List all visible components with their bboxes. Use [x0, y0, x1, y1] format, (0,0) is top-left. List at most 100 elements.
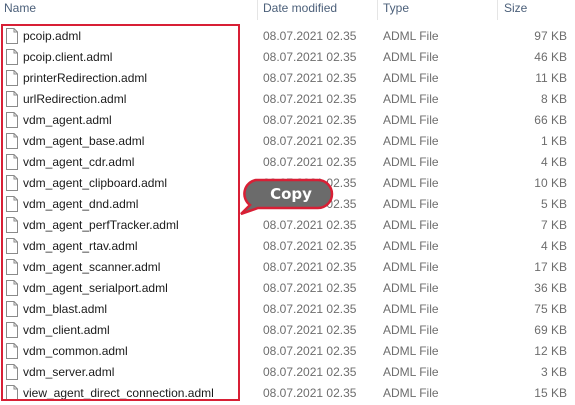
file-size: 5 KB: [540, 197, 567, 211]
column-divider[interactable]: [377, 0, 378, 20]
file-size: 66 KB: [534, 113, 567, 127]
file-date-modified: 08.07.2021 02.35: [263, 29, 357, 43]
column-divider[interactable]: [497, 0, 498, 20]
file-row[interactable]: vdm_client.adml 08.07.2021 02.35 ADML File…: [0, 320, 575, 341]
file-type: ADML File: [383, 113, 439, 127]
file-date-modified: 08.07.2021 02.35: [263, 365, 357, 379]
file-type: ADML File: [383, 29, 439, 43]
file-date-modified: 08.07.2021 02.35: [263, 281, 357, 295]
file-name: vdm_agent_cdr.adml: [23, 155, 135, 169]
file-name: urlRedirection.adml: [23, 92, 127, 106]
file-date-modified: 08.07.2021 02.35: [263, 302, 357, 316]
file-row[interactable]: vdm_common.adml 08.07.2021 02.35 ADML File…: [0, 341, 575, 362]
file-size: 75 KB: [534, 302, 567, 316]
file-type: ADML File: [383, 365, 439, 379]
copy-label: Copy: [270, 185, 312, 203]
file-icon: [6, 112, 18, 128]
file-type: ADML File: [383, 92, 439, 106]
file-row[interactable]: vdm_agent_rtav.adml 08.07.2021 02.35 ADML …: [0, 236, 575, 257]
file-icon: [6, 91, 18, 107]
file-row[interactable]: pcoip.adml 08.07.2021 02.35 ADML File 97 KB: [0, 26, 575, 47]
file-row[interactable]: vdm_agent_cdr.adml 08.07.2021 02.35 ADML F…: [0, 152, 575, 173]
file-icon: [6, 322, 18, 338]
file-icon: [6, 343, 18, 359]
file-size: 8 KB: [540, 92, 567, 106]
file-row[interactable]: vdm_agent_base.adml 08.07.2021 02.35 ADML …: [0, 131, 575, 152]
file-icon: [6, 133, 18, 149]
file-name: view_agent_direct_connection.adml: [23, 386, 214, 400]
file-row[interactable]: urlRedirection.adml 08.07.2021 02.35 ADML …: [0, 89, 575, 110]
column-header-size[interactable]: Size: [504, 0, 527, 20]
file-size: 36 KB: [534, 281, 567, 295]
file-row[interactable]: vdm_agent_serialport.adml 08.07.2021 02.3…: [0, 278, 575, 299]
file-date-modified: 08.07.2021 02.35: [263, 71, 357, 85]
file-type: ADML File: [383, 71, 439, 85]
file-date-modified: 08.07.2021 02.35: [263, 218, 357, 232]
file-date-modified: 08.07.2021 02.35: [263, 155, 357, 169]
column-divider[interactable]: [257, 0, 258, 20]
file-row[interactable]: vdm_blast.adml 08.07.2021 02.35 ADML File 7…: [0, 299, 575, 320]
file-name: vdm_agent_perfTracker.adml: [23, 218, 179, 232]
file-type: ADML File: [383, 386, 439, 400]
column-header-date-modified[interactable]: Date modified: [263, 0, 337, 20]
file-icon: [6, 217, 18, 233]
file-name: vdm_agent_dnd.adml: [23, 197, 139, 211]
file-date-modified: 08.07.2021 02.35: [263, 260, 357, 274]
file-type: ADML File: [383, 260, 439, 274]
file-date-modified: 08.07.2021 02.35: [263, 239, 357, 253]
file-size: 97 KB: [534, 29, 567, 43]
file-icon: [6, 49, 18, 65]
file-icon: [6, 28, 18, 44]
file-size: 15 KB: [534, 386, 567, 400]
file-name: vdm_agent_clipboard.adml: [23, 176, 168, 190]
file-icon: [6, 154, 18, 170]
file-icon: [6, 196, 18, 212]
file-size: 69 KB: [534, 323, 567, 337]
file-type: ADML File: [383, 302, 439, 316]
column-header-name[interactable]: Name: [4, 0, 36, 20]
file-size: 46 KB: [534, 50, 567, 64]
file-row[interactable]: pcoip.client.adml 08.07.2021 02.35 ADML Fi…: [0, 47, 575, 68]
column-header-bar: Name Date modified Type Size: [0, 0, 575, 20]
file-icon: [6, 238, 18, 254]
file-name: vdm_server.adml: [23, 365, 115, 379]
file-type: ADML File: [383, 323, 439, 337]
file-type: ADML File: [383, 344, 439, 358]
file-type: ADML File: [383, 281, 439, 295]
file-name: pcoip.adml: [23, 29, 82, 43]
file-type: ADML File: [383, 239, 439, 253]
file-icon: [6, 280, 18, 296]
file-size: 11 KB: [535, 71, 567, 85]
file-type: ADML File: [383, 197, 439, 211]
file-date-modified: 08.07.2021 02.35: [263, 92, 357, 106]
file-name: vdm_agent_serialport.adml: [23, 281, 168, 295]
file-icon: [6, 175, 18, 191]
file-date-modified: 08.07.2021 02.35: [263, 50, 357, 64]
file-type: ADML File: [383, 134, 439, 148]
file-size: 7 KB: [540, 218, 567, 232]
file-type: ADML File: [383, 155, 439, 169]
file-name: vdm_common.adml: [23, 344, 128, 358]
file-icon: [6, 259, 18, 275]
file-date-modified: 08.07.2021 02.35: [263, 134, 357, 148]
file-name: vdm_blast.adml: [23, 302, 108, 316]
file-type: ADML File: [383, 50, 439, 64]
file-size: 1 KB: [540, 134, 567, 148]
file-row[interactable]: view_agent_direct_connection.adml 08.07.2…: [0, 383, 575, 404]
file-row[interactable]: vdm_agent_perfTracker.adml 08.07.2021 02.…: [0, 215, 575, 236]
file-icon: [6, 301, 18, 317]
column-header-type[interactable]: Type: [383, 0, 409, 20]
file-row[interactable]: vdm_agent.adml 08.07.2021 02.35 ADML File 6…: [0, 110, 575, 131]
file-icon: [6, 385, 18, 401]
file-date-modified: 08.07.2021 02.35: [263, 113, 357, 127]
file-name: vdm_agent_scanner.adml: [23, 260, 161, 274]
file-explorer-list: Name Date modified Type Size pcoip.adml 0…: [0, 0, 575, 405]
file-row[interactable]: vdm_server.adml 08.07.2021 02.35 ADML File…: [0, 362, 575, 383]
file-name: vdm_agent_rtav.adml: [23, 239, 138, 253]
file-row[interactable]: vdm_agent_scanner.adml 08.07.2021 02.35 AD…: [0, 257, 575, 278]
file-size: 4 KB: [540, 239, 567, 253]
file-name: vdm_client.adml: [23, 323, 110, 337]
file-row[interactable]: printerRedirection.adml 08.07.2021 02.35 A…: [0, 68, 575, 89]
file-date-modified: 08.07.2021 02.35: [263, 344, 357, 358]
file-name: vdm_agent_base.adml: [23, 134, 145, 148]
